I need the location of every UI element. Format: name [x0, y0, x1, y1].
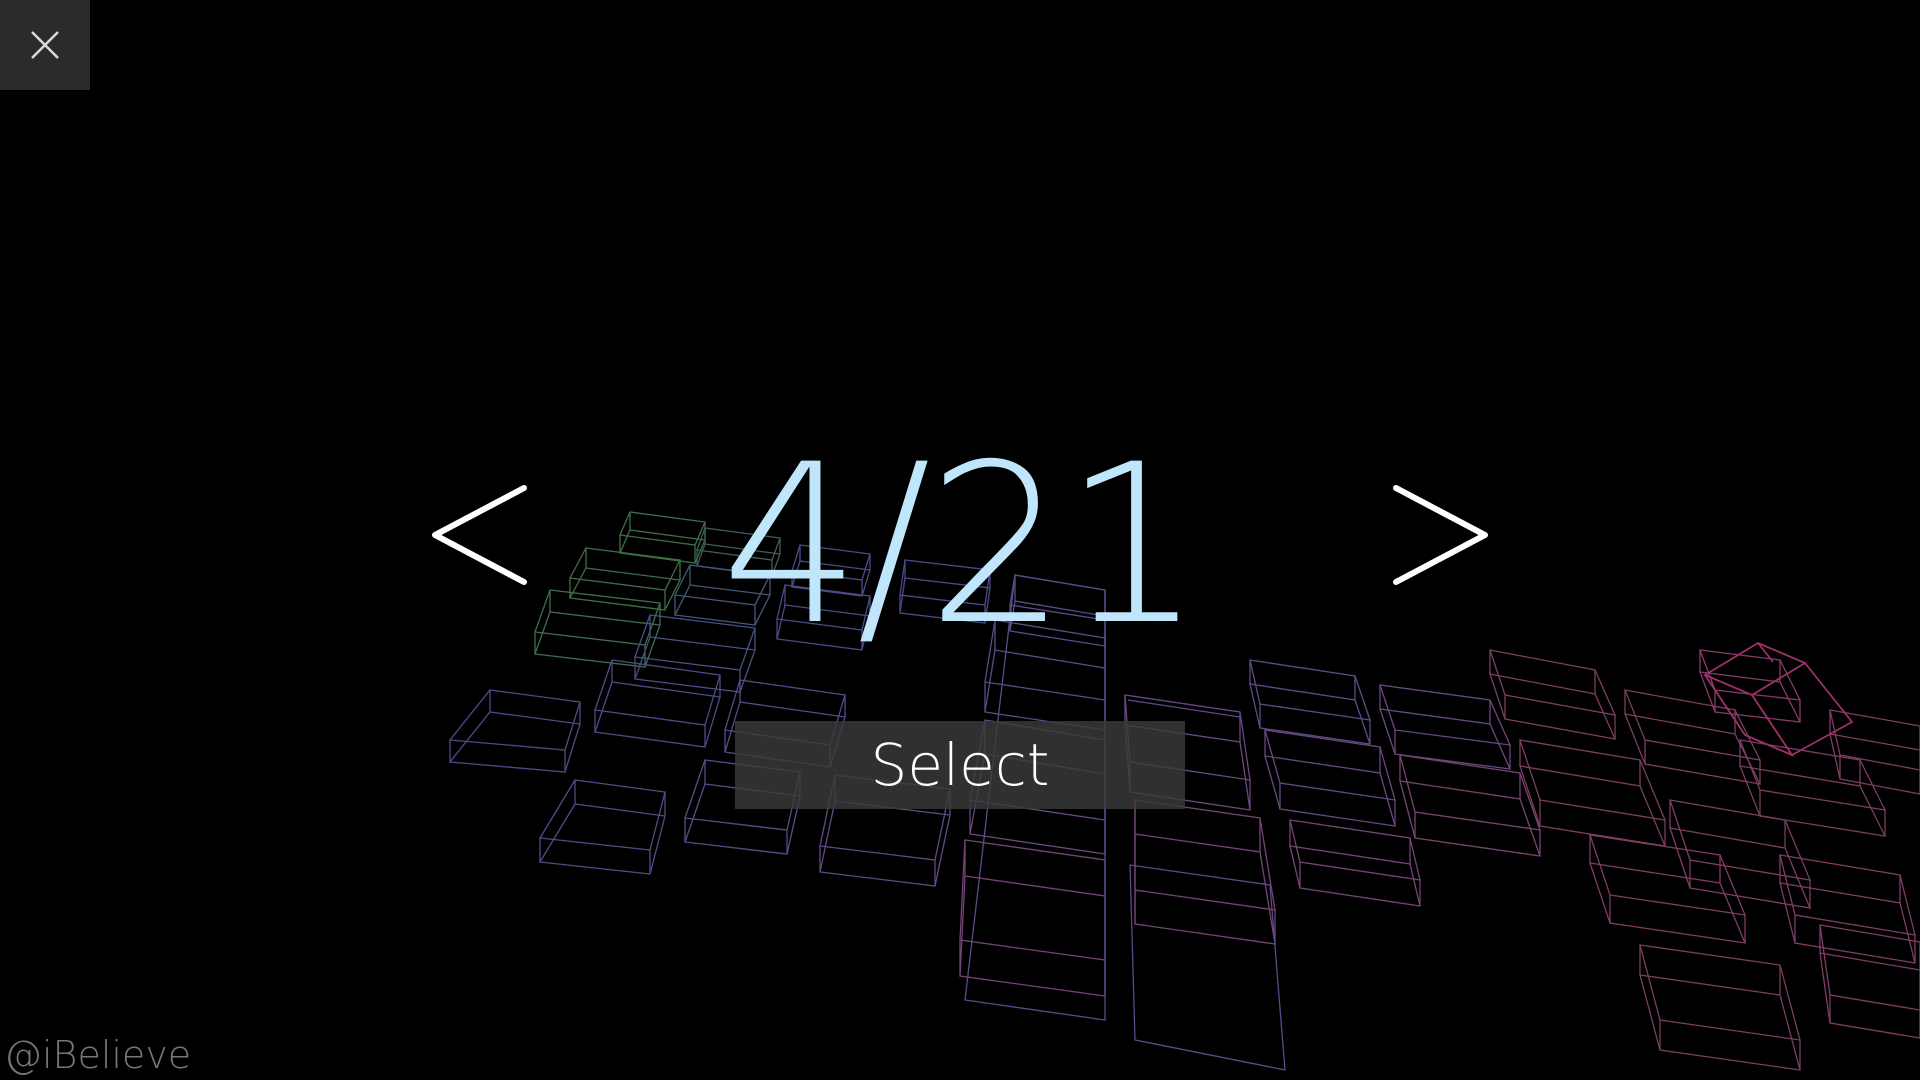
close-button[interactable]: [0, 0, 90, 90]
wireframe-block: [1738, 739, 1887, 837]
wireframe-block: [594, 659, 721, 748]
wireframe-block: [1639, 944, 1801, 1071]
wireframe-block: [1623, 689, 1762, 785]
chevron-left-icon: [432, 485, 527, 585]
wireframe-block: [1699, 649, 1802, 723]
wireframe-block: [1589, 834, 1747, 944]
wireframe-block: [959, 839, 1106, 997]
wireframe-block: [1289, 819, 1421, 907]
wireframe-block: [538, 779, 666, 875]
wireframe-block: [1264, 729, 1396, 827]
wireframe-block: [1134, 799, 1276, 945]
wireframe-block: [1489, 649, 1617, 740]
select-button-label: Select: [870, 731, 1050, 799]
wireframe-block: [568, 547, 681, 611]
level-counter: 4/21: [680, 420, 1240, 670]
wireframe-block: [448, 689, 581, 773]
wireframe-block: [1779, 854, 1916, 964]
chevron-right-icon: [1393, 485, 1488, 585]
watermark-text: @iBelieve: [4, 1033, 192, 1077]
wireframe-block: [1399, 754, 1541, 857]
next-level-button[interactable]: [1385, 480, 1495, 600]
close-icon: [31, 31, 59, 59]
previous-level-button[interactable]: [425, 480, 535, 600]
wireframe-block: [1829, 709, 1920, 795]
wireframe-block: [1249, 659, 1371, 745]
level-counter-text: 4/21: [720, 417, 1203, 673]
wireframe-block: [1819, 924, 1920, 1039]
wireframe-block: [1519, 739, 1667, 847]
select-button[interactable]: Select: [735, 721, 1185, 809]
watermark: @iBelieve: [4, 1032, 191, 1078]
